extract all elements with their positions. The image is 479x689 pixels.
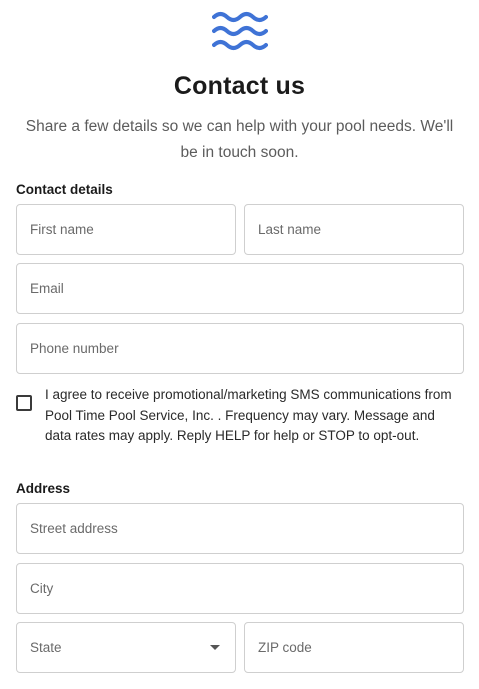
first-name-input[interactable]	[30, 222, 222, 237]
waves-icon	[212, 12, 268, 50]
chevron-down-icon	[210, 645, 220, 650]
phone-field[interactable]	[16, 323, 464, 374]
page-subtitle: Share a few details so we can help with …	[25, 118, 454, 161]
state-select-value: State	[30, 640, 62, 655]
contact-form-page: Contact us Share a few details so we can…	[0, 0, 479, 689]
phone-input[interactable]	[30, 341, 450, 356]
address-heading: Address	[16, 481, 71, 496]
first-name-field[interactable]	[16, 204, 236, 255]
last-name-input[interactable]	[258, 222, 450, 237]
street-address-input[interactable]	[30, 521, 450, 536]
sms-consent: I agree to receive promotional/marketing…	[16, 385, 463, 447]
zip-code-field[interactable]	[244, 622, 464, 673]
sms-consent-text: I agree to receive promotional/marketing…	[45, 387, 452, 443]
last-name-field[interactable]	[244, 204, 464, 255]
email-field[interactable]	[16, 263, 464, 314]
page-title: Contact us	[173, 72, 306, 100]
city-input[interactable]	[30, 581, 450, 596]
state-select[interactable]: State	[16, 622, 236, 673]
street-address-field[interactable]	[16, 503, 464, 554]
city-field[interactable]	[16, 563, 464, 614]
contact-details-heading: Contact details	[16, 182, 113, 197]
sms-consent-checkbox[interactable]	[16, 395, 32, 411]
zip-code-input[interactable]	[258, 640, 450, 655]
email-input[interactable]	[30, 281, 450, 296]
